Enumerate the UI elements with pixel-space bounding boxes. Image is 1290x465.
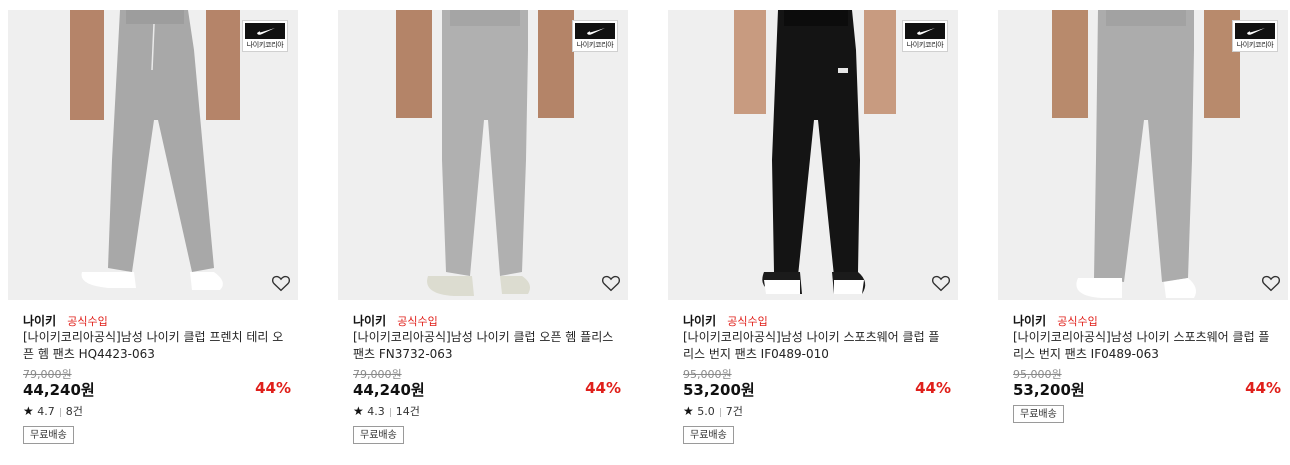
nike-logo	[245, 23, 285, 39]
nike-swoosh-icon	[587, 28, 605, 35]
free-shipping-tag: 무료배송	[1013, 405, 1064, 423]
divider	[389, 407, 391, 417]
heart-outline-icon	[272, 275, 290, 292]
product-grid: 나이키코리아 나이키 공식수입 [나이키코리아공식]남성 나이키 클럽 프렌치 …	[0, 0, 1290, 465]
discount-rate: 44%	[915, 379, 951, 397]
product-image[interactable]: 나이키코리아	[338, 10, 628, 300]
nike-korea-badge: 나이키코리아	[242, 20, 288, 52]
heart-outline-icon	[1262, 275, 1280, 292]
nike-swoosh-icon	[1247, 28, 1265, 35]
product-card[interactable]: 나이키코리아 나이키 공식수입 [나이키코리아공식]남성 나이키 클럽 오픈 헴…	[338, 10, 638, 460]
brand-row: 나이키 공식수입	[683, 310, 768, 328]
rating-value: 4.3	[367, 405, 385, 418]
divider	[59, 407, 61, 417]
brand-name[interactable]: 나이키	[1013, 314, 1046, 328]
wishlist-button[interactable]	[270, 272, 292, 294]
star-icon: ★	[353, 404, 364, 418]
product-title[interactable]: [나이키코리아공식]남성 나이키 스포츠웨어 클럽 플리스 번지 팬츠 IF04…	[683, 329, 948, 363]
discount-rate: 44%	[255, 379, 291, 397]
official-import-tag: 공식수입	[1057, 315, 1098, 328]
nike-korea-badge: 나이키코리아	[1232, 20, 1278, 52]
rating-row: ★ 4.7 8건	[23, 403, 83, 419]
rating-value: 4.7	[37, 405, 55, 418]
official-import-tag: 공식수입	[67, 315, 108, 328]
badge-label: 나이키코리아	[1236, 41, 1274, 49]
free-shipping-tag: 무료배송	[683, 426, 734, 444]
brand-row: 나이키 공식수입	[23, 310, 108, 328]
gray-pants-photo	[998, 10, 1288, 300]
black-pants-photo	[668, 10, 958, 300]
free-shipping-tag: 무료배송	[353, 426, 404, 444]
product-card[interactable]: 나이키코리아 나이키 공식수입 [나이키코리아공식]남성 나이키 클럽 프렌치 …	[8, 10, 308, 460]
product-title[interactable]: [나이키코리아공식]남성 나이키 스포츠웨어 클럽 플리스 번지 팬츠 IF04…	[1013, 329, 1278, 363]
star-icon: ★	[23, 404, 34, 418]
product-image[interactable]: 나이키코리아	[8, 10, 298, 300]
product-card[interactable]: 나이키코리아 나이키 공식수입 [나이키코리아공식]남성 나이키 스포츠웨어 클…	[998, 10, 1290, 460]
nike-logo	[905, 23, 945, 39]
gray-pants-photo	[8, 10, 298, 300]
nike-swoosh-icon	[257, 28, 275, 35]
star-icon: ★	[683, 404, 694, 418]
sale-price: 44,240원	[23, 381, 95, 399]
brand-row: 나이키 공식수입	[1013, 310, 1098, 328]
review-count[interactable]: 14건	[396, 405, 420, 418]
wishlist-button[interactable]	[1260, 272, 1282, 294]
official-import-tag: 공식수입	[727, 315, 768, 328]
sale-price: 53,200원	[683, 381, 755, 399]
product-title[interactable]: [나이키코리아공식]남성 나이키 클럽 프렌치 테리 오픈 헴 팬츠 HQ442…	[23, 329, 288, 363]
badge-label: 나이키코리아	[576, 41, 614, 49]
discount-rate: 44%	[1245, 379, 1281, 397]
nike-korea-badge: 나이키코리아	[572, 20, 618, 52]
heart-outline-icon	[932, 275, 950, 292]
rating-value: 5.0	[697, 405, 715, 418]
official-import-tag: 공식수입	[397, 315, 438, 328]
product-title[interactable]: [나이키코리아공식]남성 나이키 클럽 오픈 헴 플리스 팬츠 FN3732-0…	[353, 329, 618, 363]
free-shipping-tag: 무료배송	[23, 426, 74, 444]
brand-row: 나이키 공식수입	[353, 310, 438, 328]
nike-logo	[1235, 23, 1275, 39]
sale-price: 53,200원	[1013, 381, 1085, 399]
brand-name[interactable]: 나이키	[353, 314, 386, 328]
product-card[interactable]: 나이키코리아 나이키 공식수입 [나이키코리아공식]남성 나이키 스포츠웨어 클…	[668, 10, 968, 460]
divider	[719, 407, 721, 417]
product-image[interactable]: 나이키코리아	[668, 10, 958, 300]
brand-name[interactable]: 나이키	[23, 314, 56, 328]
product-image[interactable]: 나이키코리아	[998, 10, 1288, 300]
review-count[interactable]: 8건	[66, 405, 83, 418]
nike-logo	[575, 23, 615, 39]
heart-outline-icon	[602, 275, 620, 292]
sale-price: 44,240원	[353, 381, 425, 399]
badge-label: 나이키코리아	[246, 41, 284, 49]
wishlist-button[interactable]	[600, 272, 622, 294]
badge-label: 나이키코리아	[906, 41, 944, 49]
gray-pants-photo	[338, 10, 628, 300]
nike-korea-badge: 나이키코리아	[902, 20, 948, 52]
review-count[interactable]: 7건	[726, 405, 743, 418]
nike-swoosh-icon	[917, 28, 935, 35]
rating-row: ★ 4.3 14건	[353, 403, 420, 419]
wishlist-button[interactable]	[930, 272, 952, 294]
discount-rate: 44%	[585, 379, 621, 397]
rating-row: ★ 5.0 7건	[683, 403, 743, 419]
brand-name[interactable]: 나이키	[683, 314, 716, 328]
